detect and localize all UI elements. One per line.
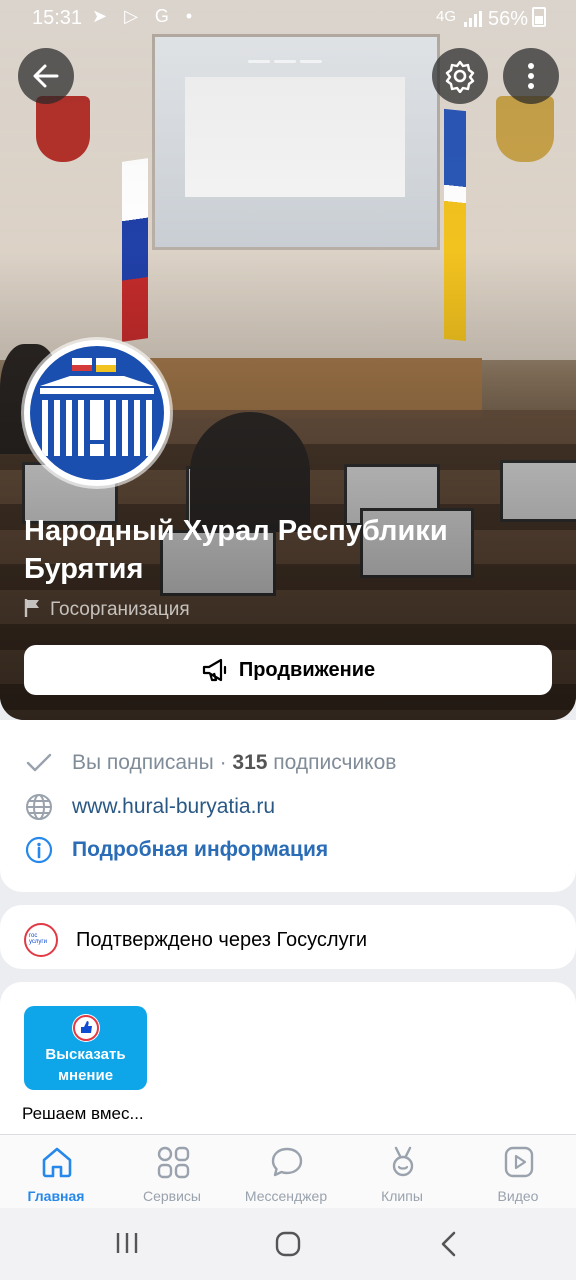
- details-row[interactable]: Подробная информация: [24, 835, 328, 865]
- checkmark-icon: [26, 753, 52, 772]
- more-options-button[interactable]: [503, 48, 559, 104]
- info-icon: [25, 836, 53, 864]
- thumbs-up-icon: [72, 1014, 100, 1042]
- nav-clips[interactable]: Клипы: [352, 1135, 452, 1209]
- back-button[interactable]: [18, 48, 74, 104]
- back-system-icon[interactable]: [438, 1230, 460, 1258]
- subscribed-status: Вы подписаны ·: [72, 751, 233, 774]
- home-icon: [42, 1147, 72, 1178]
- website-row[interactable]: www.hural-buryatia.ru: [24, 792, 275, 822]
- promotion-button[interactable]: Продвижение: [24, 645, 552, 695]
- nav-video[interactable]: Видео: [468, 1135, 568, 1209]
- network-indicator: 4G: [435, 8, 456, 25]
- battery-icon: [532, 7, 546, 27]
- vertical-dots-icon: [528, 63, 534, 89]
- gosuslugi-logo-icon: гос услуги: [24, 923, 58, 957]
- subscribers-suffix: подписчиков: [267, 751, 397, 774]
- nav-video-label: Видео: [497, 1188, 539, 1204]
- notification-icons: ➤ ▷ G •: [92, 6, 199, 26]
- battery-indicator: 56%: [463, 7, 546, 31]
- recent-apps-icon[interactable]: [114, 1230, 140, 1256]
- community-avatar[interactable]: [24, 340, 170, 486]
- services-grid-icon: [157, 1146, 190, 1179]
- nav-home[interactable]: Главная: [6, 1135, 106, 1209]
- parliament-building-logo: [40, 358, 154, 456]
- gosuslugi-text: Подтверждено через Госуслуги: [76, 928, 368, 951]
- signal-icon: [463, 11, 482, 27]
- opinion-widget-label: Высказать мнение: [45, 1046, 126, 1084]
- status-bar: 15:31 ➤ ▷ G • 4G 56%: [0, 0, 576, 36]
- opinion-widget-tile[interactable]: Высказать мнение: [24, 1006, 147, 1090]
- flag-icon: [24, 599, 39, 617]
- chat-bubble-icon: [271, 1147, 303, 1177]
- cover-pager: [248, 50, 328, 63]
- megaphone-icon: [202, 658, 226, 682]
- website-link[interactable]: www.hural-buryatia.ru: [72, 795, 275, 819]
- promotion-button-label: Продвижение: [238, 658, 376, 681]
- globe-icon: [26, 794, 52, 820]
- settings-button[interactable]: [432, 48, 488, 104]
- arrow-left-icon: [33, 64, 59, 88]
- widget-caption: Решаем вмес...: [22, 1104, 144, 1123]
- video-play-icon: [504, 1146, 534, 1178]
- community-title: Народный Хурал Республики Бурятия: [24, 515, 448, 585]
- home-system-icon[interactable]: [274, 1230, 302, 1258]
- community-type: Госорганизация: [24, 598, 190, 621]
- bottom-navigation: Главная Сервисы Мессенджер Клипы Видео: [0, 1134, 576, 1209]
- subscribers-count: 315: [232, 751, 268, 774]
- nav-services[interactable]: Сервисы: [122, 1135, 222, 1209]
- status-time: 15:31: [32, 7, 83, 29]
- details-link[interactable]: Подробная информация: [72, 838, 328, 862]
- system-navigation-bar: [0, 1208, 576, 1280]
- community-type-label: Госорганизация: [50, 599, 190, 620]
- battery-percent: 56%: [487, 8, 528, 30]
- nav-messenger[interactable]: Мессенджер: [236, 1135, 336, 1209]
- gosuslugi-row[interactable]: гос услуги Подтверждено через Госуслуги: [24, 923, 367, 957]
- gear-icon: [445, 60, 475, 93]
- subscription-row[interactable]: Вы подписаны · 315 подписчиков: [24, 748, 396, 778]
- clips-icon: [392, 1146, 414, 1177]
